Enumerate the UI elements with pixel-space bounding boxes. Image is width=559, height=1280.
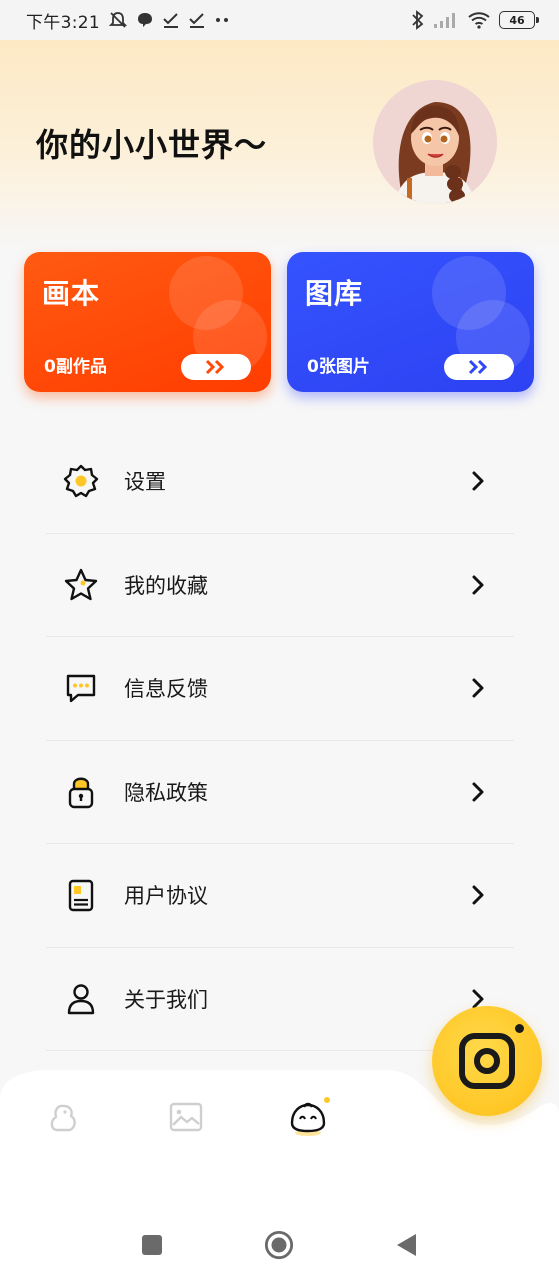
menu-item-settings[interactable]: 设置: [46, 430, 514, 534]
gallery-open-button[interactable]: [444, 354, 514, 380]
camera-icon: [459, 1033, 515, 1089]
settings-menu: 设置 我的收藏 信息反馈 隐私政策 用户协议 关于我们: [46, 430, 514, 1051]
status-time: 下午3:21: [26, 12, 100, 33]
system-navigation-bar: [0, 1205, 559, 1280]
girl-avatar-image: [373, 80, 497, 204]
gallery-count: 0张图片: [307, 357, 370, 377]
battery-icon: 46: [499, 11, 539, 29]
bluetooth-icon: [411, 10, 425, 30]
back-triangle-icon: [397, 1234, 416, 1256]
lock-icon: [62, 773, 100, 811]
tab-gallery[interactable]: [161, 1092, 211, 1142]
mute-icon: [108, 10, 128, 30]
camera-button[interactable]: [432, 1006, 542, 1116]
chevron-right-icon: [466, 676, 490, 700]
chevron-right-icon: [466, 780, 490, 804]
wifi-icon: [467, 10, 491, 30]
back-button[interactable]: [391, 1230, 421, 1260]
avatar[interactable]: [373, 80, 497, 204]
tab-creations[interactable]: [38, 1092, 88, 1142]
signal-icon: [433, 10, 459, 30]
check-icon: [162, 10, 180, 30]
status-bar: 下午3:21 46: [0, 0, 559, 40]
home-button[interactable]: [264, 1230, 294, 1260]
check-icon: [188, 10, 206, 30]
sketchbook-count: 0副作品: [44, 357, 107, 377]
bun-face-icon: [290, 1097, 330, 1136]
more-dots-icon: [214, 10, 232, 30]
menu-label: 隐私政策: [124, 780, 208, 805]
user-icon: [62, 980, 100, 1018]
recent-apps-button[interactable]: [137, 1230, 167, 1260]
gear-icon: [62, 462, 100, 500]
sketchbook-title: 画本: [42, 277, 101, 310]
menu-label: 关于我们: [124, 987, 208, 1012]
gallery-card[interactable]: 图库 0张图片: [287, 252, 534, 392]
chevron-right-icon: [466, 469, 490, 493]
double-chevron-right-icon: [468, 359, 488, 375]
menu-label: 我的收藏: [124, 573, 208, 598]
menu-label: 用户协议: [124, 884, 208, 909]
menu-label: 设置: [124, 470, 166, 495]
notification-dot: [515, 1024, 524, 1033]
menu-item-user-agreement[interactable]: 用户协议: [46, 844, 514, 948]
chat-bubble-icon: [136, 10, 154, 30]
gallery-title: 图库: [305, 277, 364, 310]
page-title: 你的小小世界～: [36, 126, 268, 164]
tab-profile[interactable]: [285, 1092, 335, 1142]
square-icon: [142, 1235, 162, 1255]
double-chevron-right-icon: [205, 359, 225, 375]
battery-level: 46: [509, 13, 525, 27]
image-icon: [169, 1102, 203, 1132]
menu-label: 信息反馈: [124, 677, 208, 702]
star-icon: [62, 566, 100, 604]
chevron-right-icon: [466, 883, 490, 907]
circle-home-icon: [264, 1230, 294, 1260]
sketchbook-card[interactable]: 画本 0副作品: [24, 252, 271, 392]
menu-item-favorites[interactable]: 我的收藏: [46, 534, 514, 637]
chevron-right-icon: [466, 573, 490, 597]
menu-item-privacy[interactable]: 隐私政策: [46, 741, 514, 844]
sketchbook-open-button[interactable]: [181, 354, 251, 380]
document-icon: [62, 876, 100, 914]
message-icon: [62, 669, 100, 707]
menu-item-feedback[interactable]: 信息反馈: [46, 637, 514, 741]
creature-icon: [50, 1104, 76, 1132]
